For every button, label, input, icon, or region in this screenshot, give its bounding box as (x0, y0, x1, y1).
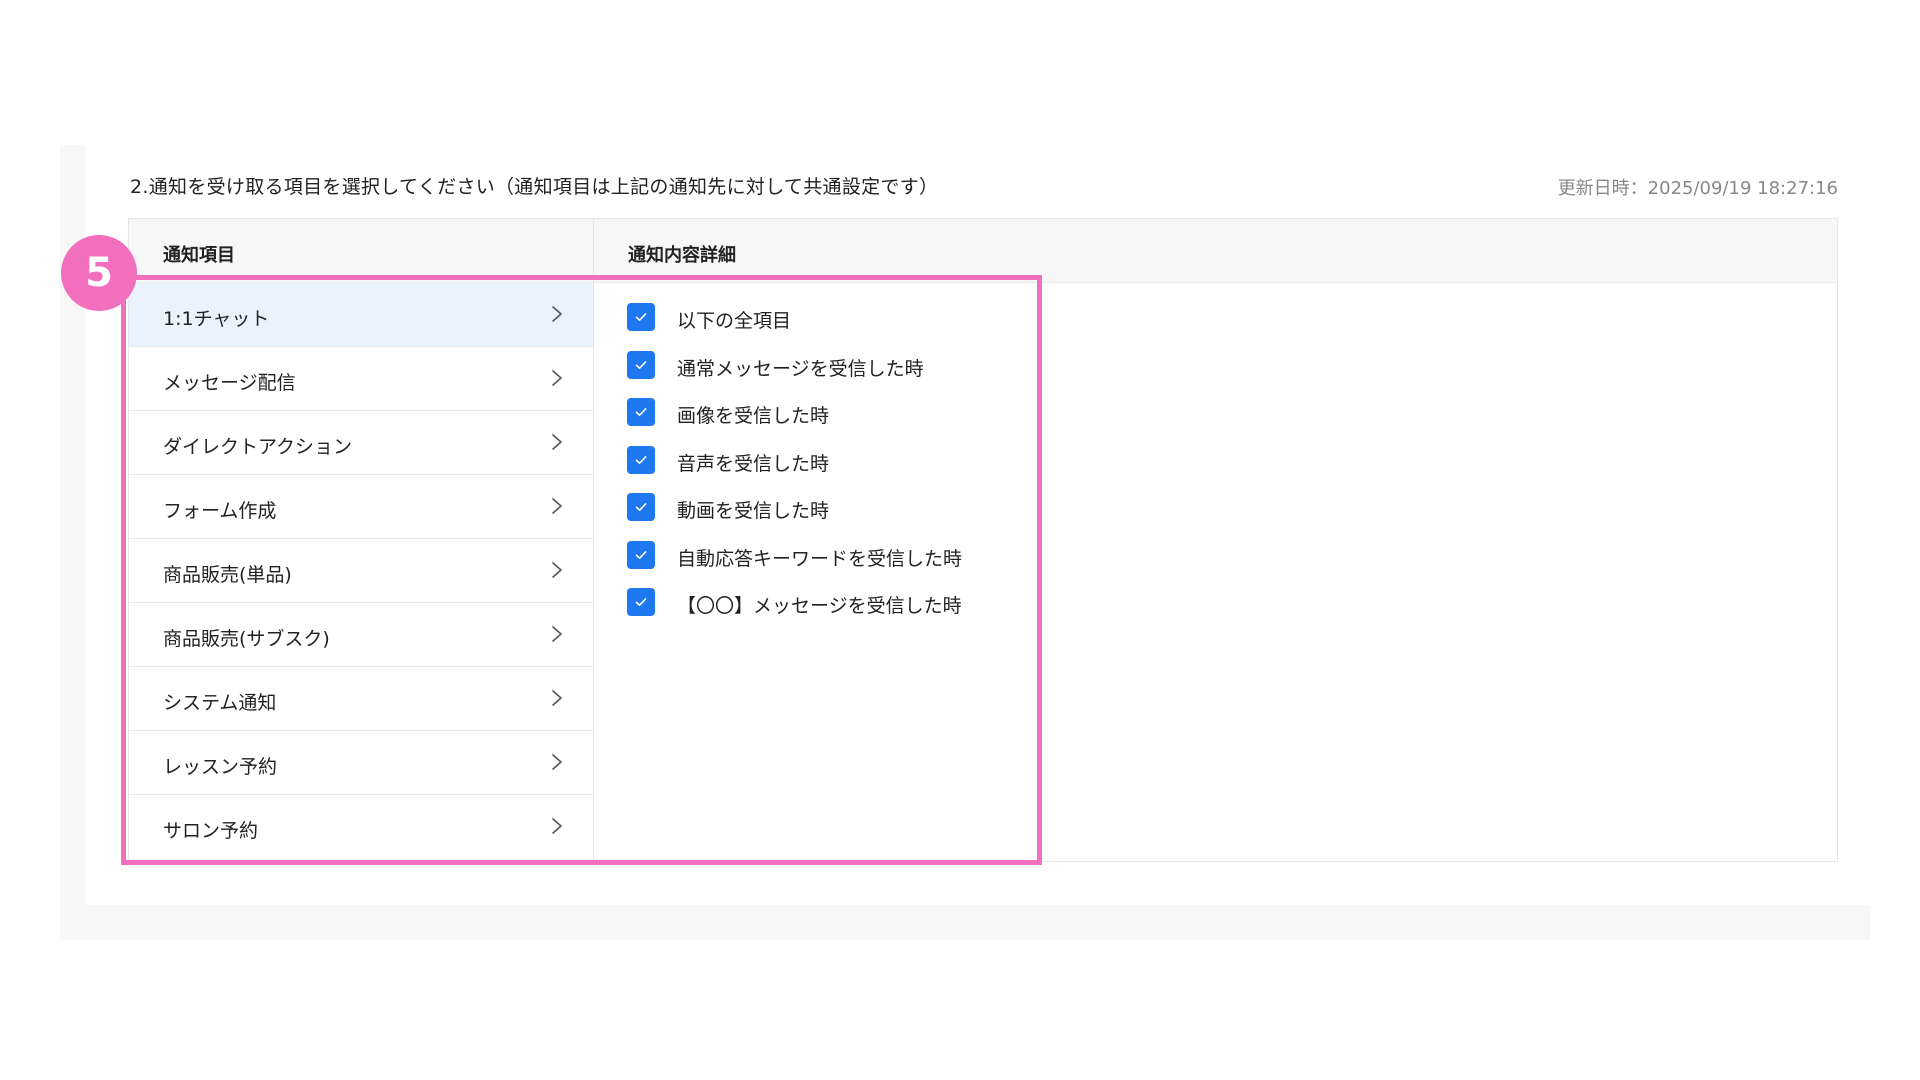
notification-item[interactable]: レッスン予約 (129, 731, 593, 795)
chevron-right-icon (552, 498, 562, 514)
column-divider (593, 219, 594, 861)
detail-checkbox-row: 通常メッセージを受信した時 (627, 350, 962, 399)
notification-item-label: ダイレクトアクション (163, 436, 353, 458)
notification-item-list: 1:1チャットメッセージ配信ダイレクトアクション フォーム作成 商品販売(単品) 商品… (129, 283, 593, 859)
notification-item-label: 商品販売(単品) (163, 564, 292, 586)
notification-item-label: 商品販売(サブスク) (163, 628, 330, 650)
detail-checkbox-row: 音声を受信した時 (627, 445, 962, 494)
notification-item[interactable]: システム通知 (129, 667, 593, 731)
check-icon (635, 503, 647, 511)
detail-checkbox-label: 音声を受信した時 (677, 452, 830, 475)
detail-checkbox[interactable] (627, 303, 655, 331)
detail-checkbox-label: 動画を受信した時 (677, 500, 830, 522)
notification-item-label: システム通知 (163, 692, 277, 714)
detail-checkbox[interactable] (627, 588, 655, 616)
notification-item-label: メッセージ配信 (163, 372, 296, 394)
chevron-right-icon (552, 562, 562, 578)
chevron-right-icon (552, 818, 562, 834)
detail-checkbox-row: 自動応答キーワードを受信した時 (627, 540, 963, 589)
section-title: 2.通知を受け取る項目を選択してください（通知項目は上記の通知先に対して共通設定… (130, 176, 939, 198)
notification-detail-list: 以下の全項目通常メッセージを受信した時 画像を受信した時 音声を受信した時 動画を受信… (627, 303, 962, 636)
notification-item[interactable]: 1:1チャット (129, 283, 593, 347)
detail-checkbox-label: 自動応答キーワードを受信した時 (677, 547, 963, 570)
check-icon (635, 408, 647, 416)
notification-item-label: フォーム作成 (163, 500, 277, 522)
header-notification-detail: 通知内容詳細 (628, 245, 736, 266)
detail-checkbox-label: 【〇〇】メッセージを受信した時 (677, 595, 962, 617)
detail-checkbox[interactable] (627, 493, 655, 521)
table-header: 通知項目 通知内容詳細 (129, 219, 1837, 283)
check-icon (635, 550, 647, 559)
check-icon (635, 360, 647, 369)
notification-item[interactable]: ダイレクトアクション (129, 411, 593, 475)
notification-item-label: レッスン予約 (163, 756, 278, 778)
detail-checkbox-row: 【〇〇】メッセージを受信した時 (627, 588, 962, 636)
check-icon (635, 455, 647, 464)
chevron-right-icon (552, 754, 562, 770)
detail-checkbox-label: 以下の全項目 (677, 310, 792, 332)
header-notification-items: 通知項目 (163, 245, 235, 266)
chevron-right-icon (552, 434, 562, 450)
notification-item[interactable]: メッセージ配信 (129, 347, 593, 411)
detail-checkbox-label: 画像を受信した時 (677, 405, 830, 427)
chevron-right-icon (552, 626, 562, 642)
chevron-right-icon (552, 690, 562, 706)
notification-item-label: 1:1チャット (163, 308, 270, 330)
notification-item[interactable]: 商品販売(サブスク) (129, 603, 593, 667)
detail-checkbox-row: 動画を受信した時 (627, 493, 962, 541)
detail-checkbox[interactable] (627, 445, 655, 474)
check-icon (635, 598, 647, 606)
notification-item-label: サロン予約 (163, 820, 259, 842)
step-badge: 5 (61, 235, 137, 311)
notification-item[interactable]: サロン予約 (129, 795, 593, 859)
notification-item[interactable]: 商品販売(単品) (129, 539, 593, 603)
notification-item[interactable]: フォーム作成 (129, 475, 593, 539)
notification-settings-table: 通知項目 通知内容詳細 1:1チャットメッセージ配信ダイレクトアクション フォーム… (128, 218, 1838, 862)
detail-checkbox[interactable] (627, 350, 655, 379)
chevron-right-icon (552, 306, 562, 322)
detail-checkbox[interactable] (627, 540, 655, 569)
check-icon (635, 313, 647, 321)
detail-checkbox-label: 通常メッセージを受信した時 (677, 357, 924, 380)
updated-at: 更新日時：2025/09/19 18:27:16 (1557, 178, 1838, 199)
detail-checkbox-row: 画像を受信した時 (627, 398, 962, 446)
chevron-right-icon (552, 370, 562, 386)
detail-checkbox-row: 以下の全項目 (627, 303, 962, 351)
detail-checkbox[interactable] (627, 398, 655, 426)
